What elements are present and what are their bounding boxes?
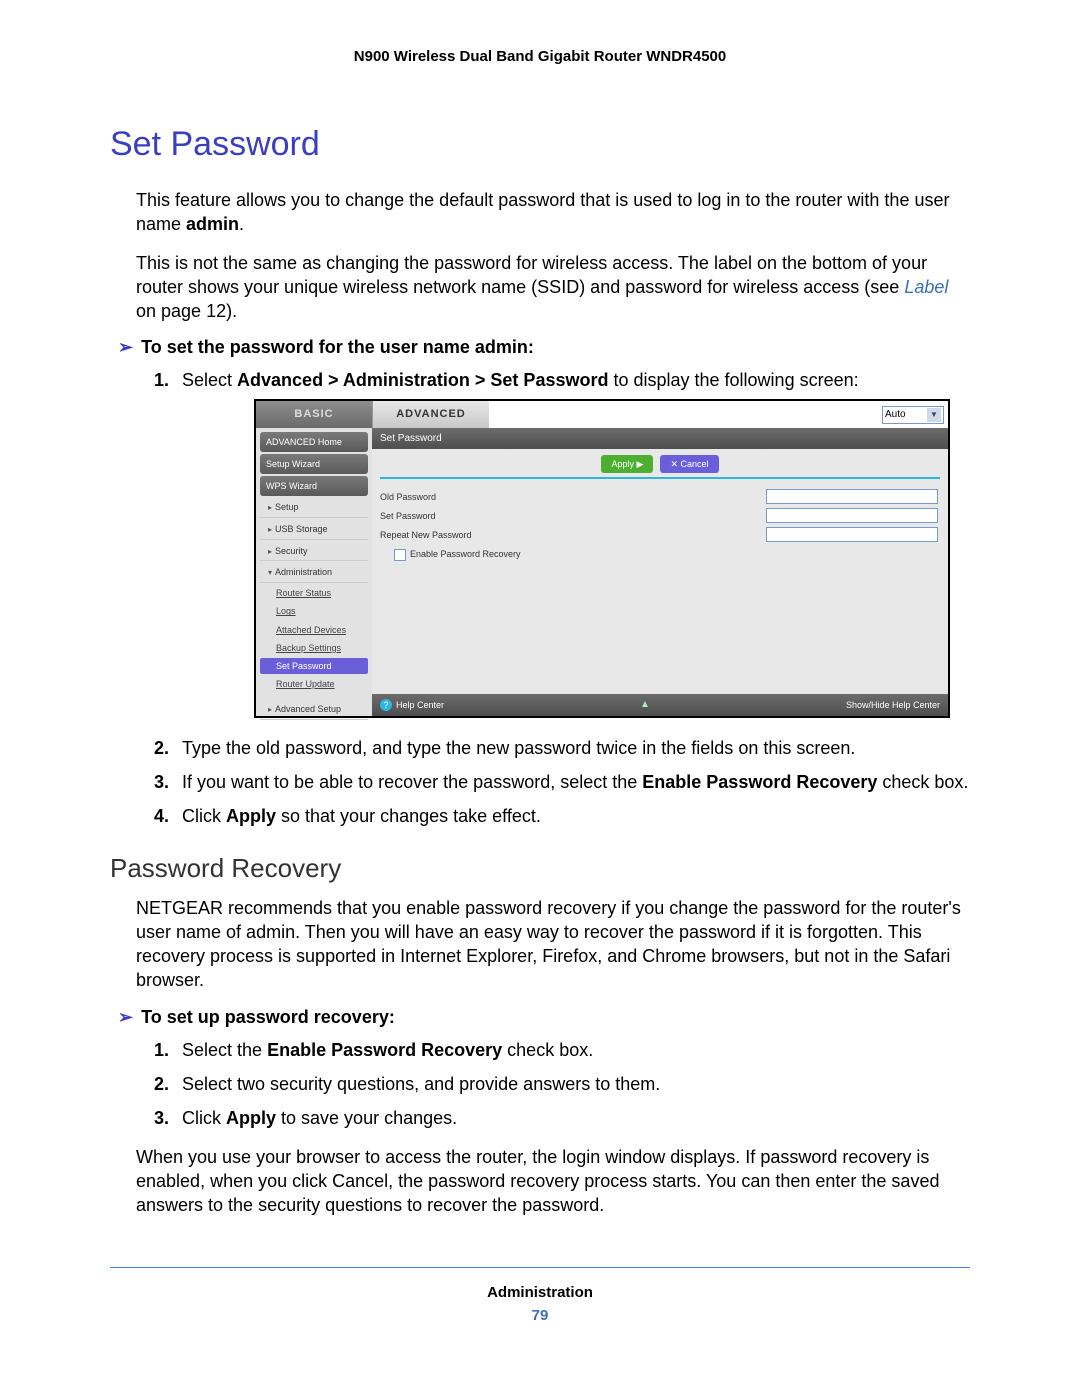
- form-row-repeat-password: Repeat New Password: [372, 525, 948, 544]
- text: Type the old password, and type the new …: [182, 738, 855, 758]
- step-3: 3. If you want to be able to recover the…: [154, 770, 970, 794]
- sidebar-item-setup-wizard[interactable]: Setup Wizard: [260, 454, 368, 474]
- old-password-input[interactable]: [766, 489, 938, 504]
- main-panel: Set Password Apply ▶ ✕ Cancel Old Passwo…: [372, 428, 948, 716]
- text-bold-admin: admin: [186, 214, 239, 234]
- step-2: 2.Type the old password, and type the ne…: [154, 736, 970, 760]
- text: Select two security questions, and provi…: [182, 1074, 660, 1094]
- text-bold: Enable Password Recovery: [642, 772, 877, 792]
- repeat-password-input[interactable]: [766, 527, 938, 542]
- text: on page 12).: [136, 301, 237, 321]
- tab-spacer: [489, 401, 882, 428]
- text-bold: Apply: [226, 806, 276, 826]
- intro-paragraph-2: This is not the same as changing the pas…: [136, 251, 970, 324]
- apply-button[interactable]: Apply ▶: [601, 455, 653, 473]
- label-old-password: Old Password: [380, 491, 570, 503]
- text-bold: Enable Password Recovery: [267, 1040, 502, 1060]
- sidebar-item-advanced-home[interactable]: ADVANCED Home: [260, 432, 368, 452]
- task-label: To set up password recovery:: [141, 1007, 395, 1027]
- cross-ref-link-label[interactable]: Label: [904, 277, 948, 297]
- task-heading-set-password: ➢ To set the password for the user name a…: [118, 337, 970, 358]
- text: Select the: [182, 1040, 267, 1060]
- sidebar-item-setup[interactable]: Setup: [260, 498, 368, 518]
- text: .: [239, 214, 244, 234]
- text: If you want to be able to recover the pa…: [182, 772, 642, 792]
- help-center-label: Help Center: [396, 700, 444, 710]
- help-icon: ?: [380, 699, 392, 711]
- sidebar-sub-backup-settings[interactable]: Backup Settings: [260, 640, 368, 656]
- footer-chapter: Administration: [110, 1284, 970, 1301]
- panel-button-row: Apply ▶ ✕ Cancel: [372, 449, 948, 477]
- text: to save your changes.: [276, 1108, 457, 1128]
- label-set-password: Set Password: [380, 510, 570, 522]
- section-title-set-password: Set Password: [110, 125, 970, 164]
- text: so that your changes take effect.: [276, 806, 541, 826]
- text: to display the following screen:: [608, 370, 858, 390]
- sidebar-item-security[interactable]: Security: [260, 542, 368, 562]
- step-3: 3. Click Apply to save your changes.: [154, 1106, 970, 1130]
- tab-basic[interactable]: BASIC: [256, 401, 372, 428]
- chevron-down-icon: ▼: [927, 408, 941, 422]
- help-center-link[interactable]: ? Help Center: [380, 699, 444, 711]
- step-4: 4. Click Apply so that your changes take…: [154, 804, 970, 828]
- text: Select: [182, 370, 237, 390]
- step-1: 1. Select the Enable Password Recovery c…: [154, 1038, 970, 1062]
- step-2: 2.Select two security questions, and pro…: [154, 1072, 970, 1096]
- label-enable-recovery: Enable Password Recovery: [410, 549, 521, 559]
- panel-title: Set Password: [372, 428, 948, 450]
- sidebar: ADVANCED Home Setup Wizard WPS Wizard Se…: [256, 428, 372, 716]
- set-password-input[interactable]: [766, 508, 938, 523]
- intro-paragraph-1: This feature allows you to change the de…: [136, 188, 970, 237]
- arrow-up-icon[interactable]: ▲: [640, 698, 650, 712]
- subsection-title-password-recovery: Password Recovery: [110, 853, 970, 884]
- language-select-wrap: Auto ▼: [882, 401, 948, 428]
- tab-advanced[interactable]: ADVANCED: [372, 401, 489, 428]
- sidebar-sub-set-password[interactable]: Set Password: [260, 658, 368, 674]
- step-1: 1. Select Advanced > Administration > Se…: [154, 368, 970, 717]
- text: This feature allows you to change the de…: [136, 190, 949, 234]
- text: Click: [182, 1108, 226, 1128]
- text: This is not the same as changing the pas…: [136, 253, 927, 297]
- panel-footer: ? Help Center ▲ Show/Hide Help Center: [372, 694, 948, 716]
- language-select[interactable]: Auto ▼: [882, 406, 944, 424]
- text: check box.: [877, 772, 968, 792]
- steps-list-2: 1. Select the Enable Password Recovery c…: [154, 1038, 970, 1131]
- task-arrow-icon: ➢: [118, 1007, 133, 1027]
- steps-list-1: 1. Select Advanced > Administration > Se…: [154, 368, 970, 828]
- task-label: To set the password for the user name ad…: [141, 337, 534, 357]
- text-bold-nav-path: Advanced > Administration > Set Password: [237, 370, 608, 390]
- sidebar-sub-router-status[interactable]: Router Status: [260, 585, 368, 601]
- sidebar-item-advanced-setup[interactable]: Advanced Setup: [260, 700, 368, 720]
- language-select-value: Auto: [885, 408, 906, 422]
- document-product-header: N900 Wireless Dual Band Gigabit Router W…: [110, 48, 970, 65]
- footer-page-number: 79: [110, 1307, 970, 1324]
- text-bold: Apply: [226, 1108, 276, 1128]
- form-row-enable-recovery: Enable Password Recovery: [372, 544, 948, 565]
- panel-divider: [380, 477, 940, 479]
- form-row-old-password: Old Password: [372, 487, 948, 506]
- recovery-paragraph-2: When you use your browser to access the …: [136, 1145, 970, 1218]
- show-hide-help-link[interactable]: Show/Hide Help Center: [846, 699, 940, 711]
- enable-recovery-checkbox[interactable]: [394, 549, 406, 561]
- recovery-paragraph-1: NETGEAR recommends that you enable passw…: [136, 896, 970, 993]
- label-repeat-password: Repeat New Password: [380, 529, 570, 541]
- cancel-button[interactable]: ✕ Cancel: [660, 455, 718, 473]
- form-row-set-password: Set Password: [372, 506, 948, 525]
- sidebar-item-administration[interactable]: Administration: [260, 563, 368, 583]
- sidebar-sub-attached-devices[interactable]: Attached Devices: [260, 622, 368, 638]
- sidebar-sub-router-update[interactable]: Router Update: [260, 676, 368, 692]
- page-footer: Administration 79: [110, 1267, 970, 1324]
- sidebar-item-wps-wizard[interactable]: WPS Wizard: [260, 476, 368, 496]
- text: check box.: [502, 1040, 593, 1060]
- task-heading-password-recovery: ➢ To set up password recovery:: [118, 1007, 970, 1028]
- task-arrow-icon: ➢: [118, 337, 133, 357]
- text: Click: [182, 806, 226, 826]
- sidebar-item-usb-storage[interactable]: USB Storage: [260, 520, 368, 540]
- router-admin-screenshot: BASIC ADVANCED Auto ▼ ADVANCED Home Setu…: [254, 399, 950, 718]
- sidebar-sub-logs[interactable]: Logs: [260, 603, 368, 619]
